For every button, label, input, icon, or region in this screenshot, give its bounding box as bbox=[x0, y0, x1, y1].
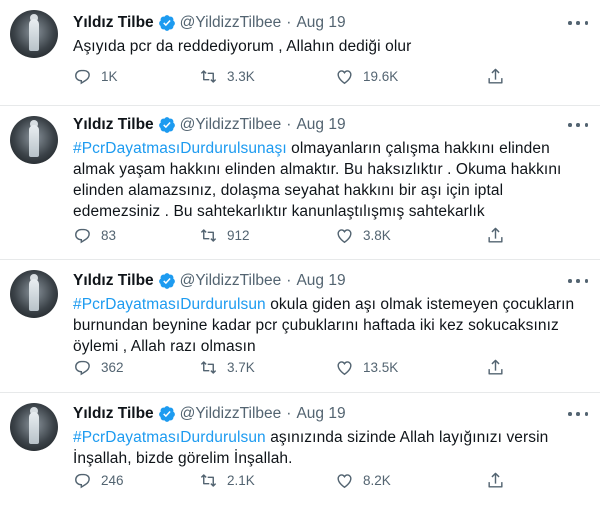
retweet-count: 3.3K bbox=[227, 68, 255, 84]
like-button[interactable]: 13.5K bbox=[335, 357, 398, 377]
separator-dot: · bbox=[286, 14, 292, 31]
tweet-actions: 83 912 3.8K bbox=[73, 225, 503, 245]
hashtag-link[interactable]: #PcrDayatmasıDurdurulsun bbox=[73, 296, 266, 313]
reply-button[interactable]: 246 bbox=[73, 470, 124, 490]
retweet-icon bbox=[200, 228, 217, 242]
share-icon bbox=[488, 359, 503, 375]
retweet-icon bbox=[200, 473, 217, 487]
retweet-icon bbox=[200, 69, 217, 83]
tweet-text: #PcrDayatmasıDurdurulsun aşınızında sizi… bbox=[73, 427, 588, 469]
share-icon bbox=[488, 68, 503, 84]
like-button[interactable]: 3.8K bbox=[335, 225, 391, 245]
tweet[interactable]: Yıldız Tilbe @YildizzTilbee · Aug 19 Aşı… bbox=[0, 0, 600, 106]
verified-badge-icon bbox=[158, 273, 175, 289]
tweet-date[interactable]: Aug 19 bbox=[296, 271, 345, 291]
reply-icon bbox=[75, 473, 90, 488]
retweet-count: 2.1K bbox=[227, 472, 255, 488]
author-name[interactable]: Yıldız Tilbe bbox=[73, 404, 154, 424]
tweet-header: Yıldız Tilbe @YildizzTilbee · Aug 19 bbox=[73, 115, 588, 135]
share-button[interactable] bbox=[486, 357, 514, 377]
reply-button[interactable]: 1K bbox=[73, 66, 118, 86]
reply-icon bbox=[75, 228, 90, 243]
separator-dot: · bbox=[286, 272, 292, 289]
tweet-actions: 362 3.7K 13.5K bbox=[73, 357, 503, 377]
reply-icon bbox=[75, 360, 90, 375]
like-button[interactable]: 8.2K bbox=[335, 470, 391, 490]
share-button[interactable] bbox=[486, 225, 514, 245]
like-count: 19.6K bbox=[363, 68, 399, 84]
like-icon bbox=[337, 69, 352, 84]
tweet-body: Aşıyıda pcr da reddediyorum , Allahın de… bbox=[73, 38, 412, 55]
avatar[interactable] bbox=[10, 403, 58, 451]
avatar[interactable] bbox=[10, 116, 58, 164]
like-count: 3.8K bbox=[363, 227, 391, 243]
like-count: 13.5K bbox=[363, 359, 399, 375]
retweet-count: 3.7K bbox=[227, 359, 255, 375]
retweet-button[interactable]: 3.7K bbox=[199, 357, 255, 377]
hashtag-link[interactable]: #PcrDayatmasıDurdurulsunaşı bbox=[73, 140, 287, 157]
more-icon[interactable] bbox=[568, 15, 588, 31]
author-handle[interactable]: @YildizzTilbee bbox=[180, 404, 282, 424]
reply-icon bbox=[75, 69, 90, 84]
separator-dot: · bbox=[286, 405, 292, 422]
like-icon bbox=[337, 473, 352, 488]
retweet-button[interactable]: 2.1K bbox=[199, 470, 255, 490]
author-handle[interactable]: @YildizzTilbee bbox=[180, 13, 282, 33]
more-icon[interactable] bbox=[568, 273, 588, 289]
verified-badge-icon bbox=[158, 15, 175, 31]
like-button[interactable]: 19.6K bbox=[335, 66, 398, 86]
retweet-button[interactable]: 3.3K bbox=[199, 66, 255, 86]
tweet-feed: Yıldız Tilbe @YildizzTilbee · Aug 19 Aşı… bbox=[0, 0, 600, 511]
more-icon[interactable] bbox=[568, 406, 588, 422]
tweet-header: Yıldız Tilbe @YildizzTilbee · Aug 19 bbox=[73, 404, 588, 424]
tweet[interactable]: Yıldız Tilbe @YildizzTilbee · Aug 19 #Pc… bbox=[0, 106, 600, 260]
tweet-text: #PcrDayatmasıDurdurulsun okula giden aşı… bbox=[73, 294, 588, 357]
like-icon bbox=[337, 228, 352, 243]
tweet-header: Yıldız Tilbe @YildizzTilbee · Aug 19 bbox=[73, 13, 588, 33]
tweet[interactable]: Yıldız Tilbe @YildizzTilbee · Aug 19 #Pc… bbox=[0, 260, 600, 393]
avatar[interactable] bbox=[10, 270, 58, 318]
tweet-date[interactable]: Aug 19 bbox=[296, 404, 345, 424]
author-name[interactable]: Yıldız Tilbe bbox=[73, 13, 154, 33]
share-icon bbox=[488, 227, 503, 243]
retweet-icon bbox=[200, 360, 217, 374]
reply-count: 83 bbox=[101, 227, 117, 243]
hashtag-link[interactable]: #PcrDayatmasıDurdurulsun bbox=[73, 429, 266, 446]
share-button[interactable] bbox=[486, 470, 514, 490]
reply-count: 246 bbox=[101, 472, 124, 488]
separator-dot: · bbox=[286, 116, 292, 133]
like-icon bbox=[337, 360, 352, 375]
tweet-actions: 1K 3.3K 19.6K bbox=[73, 66, 503, 86]
tweet-header: Yıldız Tilbe @YildizzTilbee · Aug 19 bbox=[73, 271, 588, 291]
author-handle[interactable]: @YildizzTilbee bbox=[180, 115, 282, 135]
share-button[interactable] bbox=[486, 66, 514, 86]
verified-badge-icon bbox=[158, 406, 175, 422]
retweet-button[interactable]: 912 bbox=[199, 225, 250, 245]
tweet-text: #PcrDayatmasıDurdurulsunaşı olmayanların… bbox=[73, 138, 588, 222]
tweet-actions: 246 2.1K 8.2K bbox=[73, 470, 503, 490]
tweet-text: Aşıyıda pcr da reddediyorum , Allahın de… bbox=[73, 36, 588, 57]
verified-badge-icon bbox=[158, 117, 175, 133]
reply-count: 362 bbox=[101, 359, 124, 375]
author-handle[interactable]: @YildizzTilbee bbox=[180, 271, 282, 291]
like-count: 8.2K bbox=[363, 472, 391, 488]
author-name[interactable]: Yıldız Tilbe bbox=[73, 271, 154, 291]
retweet-count: 912 bbox=[227, 227, 250, 243]
avatar[interactable] bbox=[10, 10, 58, 58]
tweet-date[interactable]: Aug 19 bbox=[296, 115, 345, 135]
tweet[interactable]: Yıldız Tilbe @YildizzTilbee · Aug 19 #Pc… bbox=[0, 393, 600, 511]
reply-button[interactable]: 83 bbox=[73, 225, 116, 245]
more-icon[interactable] bbox=[568, 117, 588, 133]
reply-button[interactable]: 362 bbox=[73, 357, 124, 377]
author-name[interactable]: Yıldız Tilbe bbox=[73, 115, 154, 135]
share-icon bbox=[488, 472, 503, 488]
tweet-date[interactable]: Aug 19 bbox=[296, 13, 345, 33]
reply-count: 1K bbox=[101, 68, 118, 84]
